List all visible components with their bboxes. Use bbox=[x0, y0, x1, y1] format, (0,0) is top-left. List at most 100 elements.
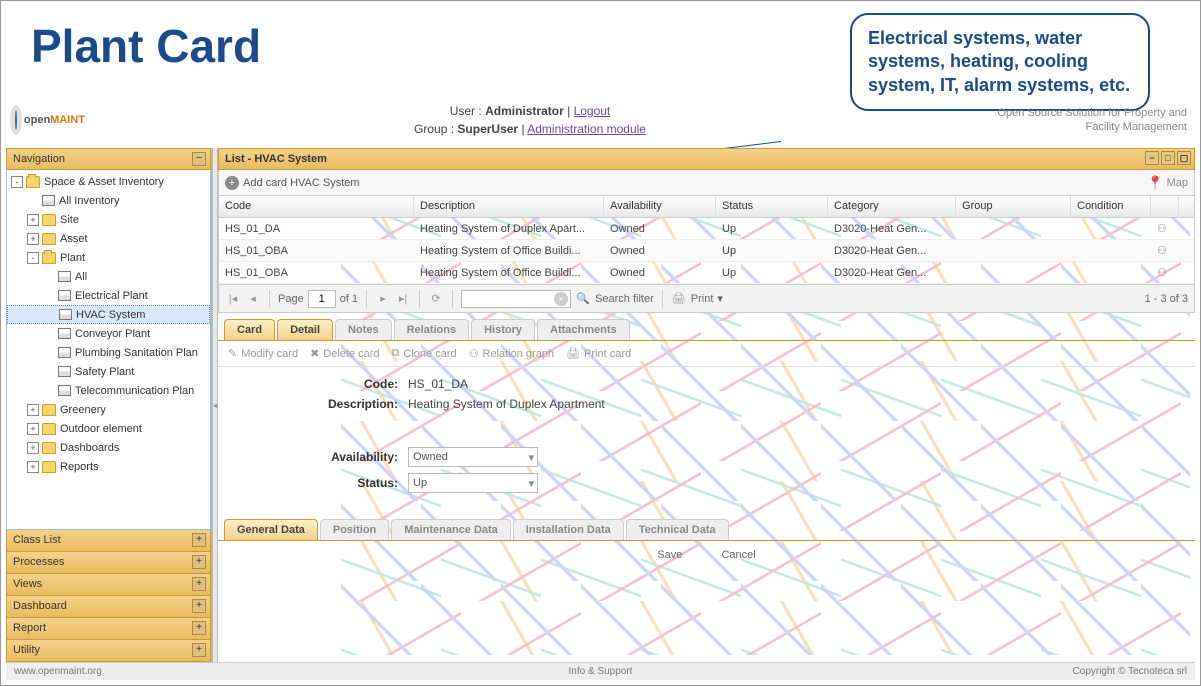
col-condition[interactable]: Condition bbox=[1071, 196, 1151, 217]
save-button[interactable]: Save bbox=[657, 549, 682, 561]
refresh-icon[interactable]: ⟳ bbox=[428, 291, 444, 307]
accordion-utility[interactable]: Utility+ bbox=[6, 640, 211, 662]
print-card-button[interactable]: 🖨Print card bbox=[566, 347, 631, 360]
map-button[interactable]: 📍 Map bbox=[1147, 175, 1188, 191]
search-icon[interactable]: 🔍 bbox=[575, 291, 591, 307]
tree-node-plant[interactable]: -Plant bbox=[7, 248, 210, 267]
folder-icon bbox=[42, 423, 56, 435]
first-page-icon[interactable]: |◂ bbox=[225, 291, 241, 307]
card-form: Code:HS_01_DA Description:Heating System… bbox=[218, 367, 1195, 503]
table-body: HS_01_DAHeating System of Duplex Apart..… bbox=[218, 218, 1195, 285]
tab-attachments[interactable]: Attachments bbox=[537, 319, 630, 340]
next-page-icon[interactable]: ▸ bbox=[375, 291, 391, 307]
tree-node-reports[interactable]: +Reports bbox=[7, 457, 210, 476]
tree-node-space-asset-inventory[interactable]: -Space & Asset Inventory bbox=[7, 172, 210, 191]
list-toolbar: + Add card HVAC System 📍 Map bbox=[218, 170, 1195, 196]
clear-search-icon[interactable]: × bbox=[554, 292, 568, 306]
col-description[interactable]: Description bbox=[414, 196, 604, 217]
grid-icon bbox=[58, 328, 71, 339]
tree-node-site[interactable]: +Site bbox=[7, 210, 210, 229]
col-category[interactable]: Category bbox=[828, 196, 956, 217]
footer-url[interactable]: www.openmaint.org bbox=[14, 666, 102, 677]
last-page-icon[interactable]: ▸| bbox=[395, 291, 411, 307]
tree-node-telecommunication-plan[interactable]: Telecommunication Plan bbox=[7, 381, 210, 400]
accordion-class-list[interactable]: Class List+ bbox=[6, 530, 211, 552]
status-select[interactable]: Up bbox=[408, 473, 538, 493]
grid-icon bbox=[58, 290, 71, 301]
tree-node-all[interactable]: All bbox=[7, 267, 210, 286]
subtab-maintenance-data[interactable]: Maintenance Data bbox=[391, 519, 511, 540]
footer-info[interactable]: Info & Support bbox=[569, 666, 633, 677]
minimize-icon[interactable]: − bbox=[1145, 151, 1159, 165]
tree-node-hvac-system[interactable]: HVAC System bbox=[7, 305, 210, 324]
tree-node-safety-plant[interactable]: Safety Plant bbox=[7, 362, 210, 381]
tab-history[interactable]: History bbox=[471, 319, 535, 340]
folder-icon bbox=[42, 233, 56, 245]
user-info: User : Administrator | Logout Group : Su… bbox=[85, 102, 975, 138]
print-icon[interactable]: 🖨 bbox=[671, 291, 687, 307]
tab-card[interactable]: Card bbox=[224, 319, 275, 340]
tree-node-asset[interactable]: +Asset bbox=[7, 229, 210, 248]
folder-icon bbox=[42, 252, 56, 264]
accordion-dashboard[interactable]: Dashboard+ bbox=[6, 596, 211, 618]
tree-node-dashboards[interactable]: +Dashboards bbox=[7, 438, 210, 457]
desc-label: Description: bbox=[228, 397, 408, 411]
grid-icon bbox=[42, 195, 55, 206]
tab-relations[interactable]: Relations bbox=[394, 319, 470, 340]
col-group[interactable]: Group bbox=[956, 196, 1071, 217]
col-availability[interactable]: Availability bbox=[604, 196, 716, 217]
subtab-technical-data[interactable]: Technical Data bbox=[626, 519, 729, 540]
add-card-button[interactable]: Add card HVAC System bbox=[243, 177, 360, 189]
graph-icon: ⚇ bbox=[469, 347, 479, 360]
relation-graph-button[interactable]: ⚇Relation graph bbox=[469, 347, 554, 360]
restore-icon[interactable]: □ bbox=[1161, 151, 1175, 165]
table-columns: Code Description Availability Status Cat… bbox=[218, 196, 1195, 218]
grid-icon bbox=[58, 347, 71, 358]
accordion-processes[interactable]: Processes+ bbox=[6, 552, 211, 574]
subtab-installation-data[interactable]: Installation Data bbox=[513, 519, 624, 540]
tree-node-outdoor-element[interactable]: +Outdoor element bbox=[7, 419, 210, 438]
clone-card-button[interactable]: ⧉Clone card bbox=[392, 347, 457, 360]
form-buttons: Save Cancel bbox=[218, 541, 1195, 569]
maximize-icon[interactable]: ▢ bbox=[1177, 151, 1191, 165]
col-code[interactable]: Code bbox=[219, 196, 414, 217]
accordion-report[interactable]: Report+ bbox=[6, 618, 211, 640]
tree-node-greenery[interactable]: +Greenery bbox=[7, 400, 210, 419]
prev-page-icon[interactable]: ◂ bbox=[245, 291, 261, 307]
tree-node-electrical-plant[interactable]: Electrical Plant bbox=[7, 286, 210, 305]
print-button[interactable]: Print bbox=[691, 293, 714, 305]
table-row[interactable]: HS_01_OBAHeating System of Office Buildi… bbox=[219, 262, 1194, 284]
nav-accordion: Class List+Processes+Views+Dashboard+Rep… bbox=[6, 530, 211, 662]
printer-icon: 🖨 bbox=[566, 347, 580, 360]
admin-module-link[interactable]: Administration module bbox=[527, 122, 646, 136]
availability-select[interactable]: Owned bbox=[408, 447, 538, 467]
tab-detail[interactable]: Detail bbox=[277, 319, 333, 340]
cancel-button[interactable]: Cancel bbox=[721, 549, 755, 561]
accordion-views[interactable]: Views+ bbox=[6, 574, 211, 596]
col-status[interactable]: Status bbox=[716, 196, 828, 217]
footer: www.openmaint.org Info & Support Copyrig… bbox=[6, 662, 1195, 680]
page-input[interactable] bbox=[308, 290, 336, 308]
pager: |◂ ◂ Page of 1 ▸ ▸| ⟳ × 🔍 Search filter bbox=[218, 285, 1195, 313]
clone-icon: ⧉ bbox=[392, 347, 400, 360]
logo-icon bbox=[10, 105, 22, 135]
tree-node-conveyor-plant[interactable]: Conveyor Plant bbox=[7, 324, 210, 343]
table-row[interactable]: HS_01_DAHeating System of Duplex Apart..… bbox=[219, 218, 1194, 240]
logout-link[interactable]: Logout bbox=[574, 104, 611, 118]
nav-tree: -Space & Asset Inventory All Inventory+S… bbox=[6, 170, 211, 530]
subtab-general-data[interactable]: General Data bbox=[224, 519, 318, 540]
row-relations-icon[interactable]: ⚇ bbox=[1157, 267, 1167, 279]
subtab-position[interactable]: Position bbox=[320, 519, 389, 540]
delete-card-button[interactable]: ✖Delete card bbox=[310, 347, 379, 360]
status-label: Status: bbox=[228, 476, 408, 490]
tree-node-all-inventory[interactable]: All Inventory bbox=[7, 191, 210, 210]
row-relations-icon[interactable]: ⚇ bbox=[1157, 223, 1167, 235]
plus-icon[interactable]: + bbox=[225, 176, 239, 190]
collapse-icon[interactable]: − bbox=[192, 152, 206, 166]
pin-icon: 📍 bbox=[1147, 175, 1163, 191]
tab-notes[interactable]: Notes bbox=[335, 319, 392, 340]
table-row[interactable]: HS_01_OBAHeating System of Office Buildi… bbox=[219, 240, 1194, 262]
row-relations-icon[interactable]: ⚇ bbox=[1157, 245, 1167, 257]
modify-card-button[interactable]: ✎Modify card bbox=[228, 347, 298, 360]
tree-node-plumbing-sanitation-plan[interactable]: Plumbing Sanitation Plan bbox=[7, 343, 210, 362]
